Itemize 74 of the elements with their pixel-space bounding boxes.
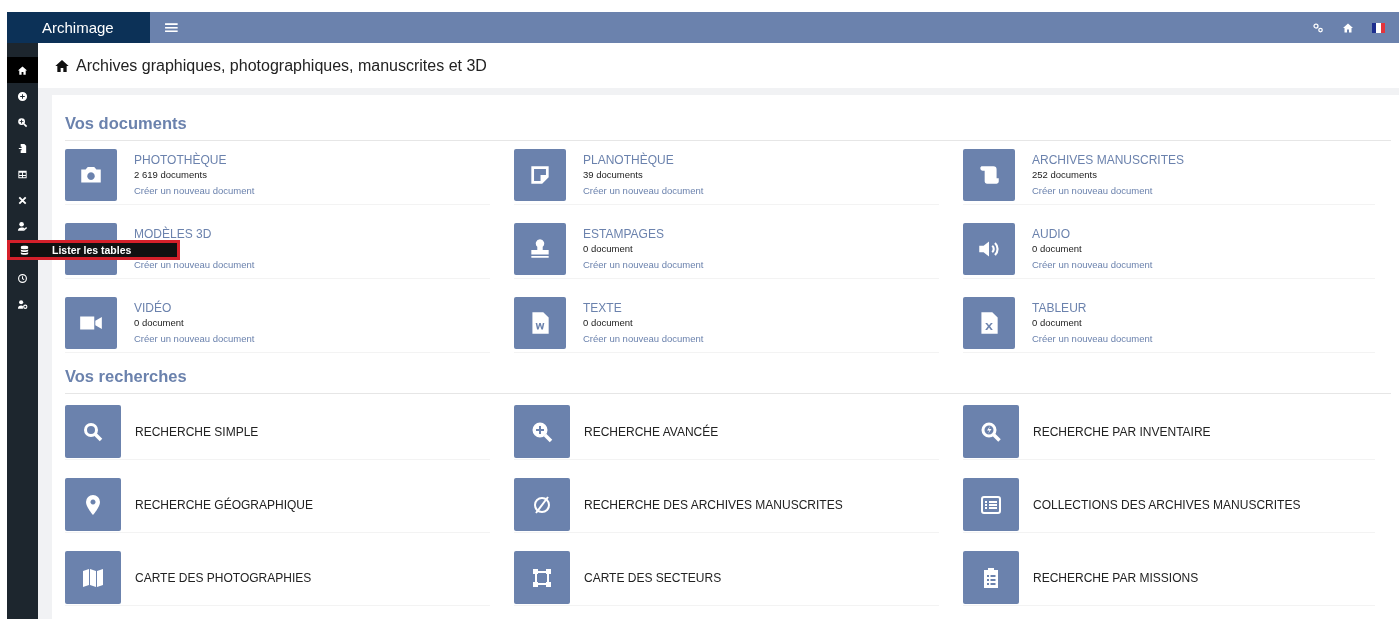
icon-tile[interactable] — [963, 223, 1015, 275]
create-document-link[interactable]: Créer un nouveau document — [1032, 332, 1153, 345]
settings-button[interactable] — [1312, 21, 1324, 34]
flag-icon[interactable] — [1372, 22, 1385, 33]
icon-tile[interactable] — [963, 297, 1015, 349]
icon-tile[interactable] — [514, 478, 570, 531]
create-document-link[interactable]: Créer un nouveau document — [134, 258, 255, 271]
document-count: 0 document — [583, 242, 634, 256]
create-document-link[interactable]: Créer un nouveau document — [583, 332, 704, 345]
icon-tile[interactable] — [514, 551, 570, 604]
tools-icon — [17, 194, 28, 206]
app-logo[interactable]: Archimage — [7, 12, 150, 43]
search-link[interactable]: RECHERCHE SIMPLE — [135, 424, 259, 439]
search-link[interactable]: RECHERCHE PAR INVENTAIRE — [1033, 424, 1211, 439]
collection-link[interactable]: AUDIO — [1032, 227, 1153, 242]
document-count: 252 documents — [1032, 168, 1098, 182]
collection-link[interactable]: VIDÉO — [134, 301, 255, 316]
gears-icon — [1312, 21, 1324, 34]
search-link[interactable]: CARTE DES SECTEURS — [584, 570, 722, 585]
search-link[interactable]: CARTE DES PHOTOGRAPHIES — [135, 570, 312, 585]
icon-tile[interactable] — [65, 149, 117, 201]
search-link[interactable]: RECHERCHE AVANCÉE — [584, 424, 719, 439]
tooltip-text: Lister les tables — [52, 244, 132, 256]
icon-tile[interactable] — [963, 551, 1019, 604]
document-count: 2 619 documents — [134, 168, 208, 182]
sidebar-item[interactable] — [7, 57, 38, 83]
create-document-link[interactable]: Créer un nouveau document — [134, 332, 255, 345]
home-icon — [1342, 21, 1354, 34]
collection-link[interactable]: TEXTE — [583, 301, 704, 316]
icon-tile[interactable] — [65, 297, 117, 349]
document-count: 0 document — [583, 316, 634, 330]
user-edit-icon — [17, 220, 28, 232]
create-document-link[interactable]: Créer un nouveau document — [1032, 258, 1153, 271]
search-link[interactable]: RECHERCHE PAR MISSIONS — [1033, 570, 1199, 585]
document-count: 0 document — [1032, 316, 1083, 330]
file-import-icon — [17, 142, 28, 154]
home-icon — [17, 64, 28, 76]
document-count: 39 documents — [583, 168, 644, 182]
clock-icon — [17, 272, 28, 284]
table-icon — [17, 168, 28, 180]
icon-tile[interactable] — [963, 149, 1015, 201]
home-icon — [54, 57, 70, 74]
icon-tile[interactable] — [514, 297, 566, 349]
create-document-link[interactable]: Créer un nouveau document — [134, 184, 255, 197]
icon-tile[interactable] — [514, 223, 566, 275]
collection-link[interactable]: ARCHIVES MANUSCRITES — [1032, 153, 1185, 168]
search-link[interactable]: COLLECTIONS DES ARCHIVES MANUSCRITES — [1033, 497, 1301, 512]
icon-tile[interactable] — [514, 405, 570, 458]
collection-link[interactable]: PLANOTHÈQUE — [583, 153, 704, 168]
document-count: 0 document — [1032, 242, 1083, 256]
icon-tile[interactable] — [963, 405, 1019, 458]
icon-tile[interactable] — [65, 405, 121, 458]
icon-tile[interactable] — [65, 551, 121, 604]
collection-link[interactable]: PHOTOTHÈQUE — [134, 153, 255, 168]
home-button[interactable] — [1342, 21, 1354, 34]
icon-tile[interactable] — [65, 478, 121, 531]
zoom-in-icon — [17, 116, 28, 128]
icon-tile[interactable] — [963, 478, 1019, 531]
collection-link[interactable]: MODÈLES 3D — [134, 227, 255, 242]
section-heading: Vos recherches — [65, 367, 1391, 394]
database-icon — [18, 244, 30, 256]
create-document-link[interactable]: Créer un nouveau document — [1032, 184, 1185, 197]
create-document-link[interactable]: Créer un nouveau document — [583, 258, 704, 271]
create-document-link[interactable]: Créer un nouveau document — [583, 184, 704, 197]
collection-link[interactable]: ESTAMPAGES — [583, 227, 704, 242]
menu-button[interactable]: ≡ — [155, 12, 188, 43]
document-count: 0 document — [134, 316, 185, 330]
collection-link[interactable]: TABLEUR — [1032, 301, 1153, 316]
search-link[interactable]: RECHERCHE GÉOGRAPHIQUE — [135, 497, 314, 512]
page-title: Archives graphiques, photographiques, manuscrites et 3D — [76, 56, 487, 75]
icon-tile[interactable] — [514, 149, 566, 201]
search-link[interactable]: RECHERCHE DES ARCHIVES MANUSCRITES — [584, 497, 843, 512]
user-cog-icon — [17, 298, 28, 310]
section-heading: Vos documents — [65, 114, 1391, 141]
